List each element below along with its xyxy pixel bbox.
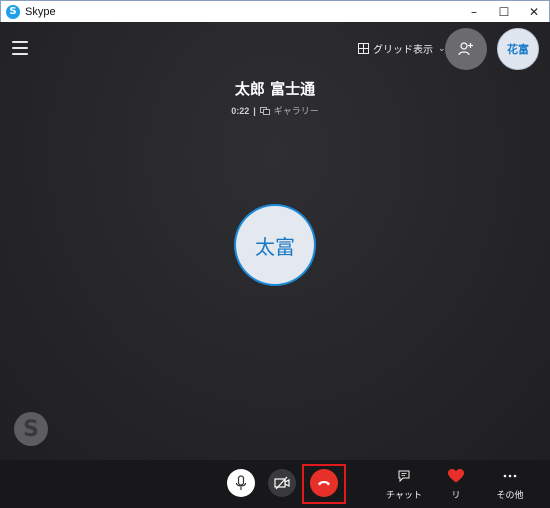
grid-icon [358,43,369,54]
view-mode-label: ギャラリー [273,106,319,116]
menu-icon[interactable] [12,41,28,55]
gallery-icon [259,106,270,115]
call-stage: グリッド表示 ⌄ 花富 太郎 富士通 0:22 | ギャラリー 太富 S [0,22,550,460]
call-timer: 0:22 [231,105,250,116]
grid-view-toggle[interactable]: グリッド表示 ⌄ [358,41,446,56]
chat-label: チャット [386,490,422,500]
window-title: Skype [25,5,56,18]
callee-avatar: 太富 [234,204,316,286]
heart-icon [448,469,464,483]
more-button[interactable]: その他 [494,468,526,501]
skype-logo-icon: S [6,4,20,19]
react-button[interactable]: リ [444,468,468,501]
self-avatar[interactable]: 花富 [497,28,539,70]
more-icon [503,474,517,478]
microphone-icon [235,475,247,490]
minimize-button[interactable]: – [459,1,489,23]
chat-button[interactable]: チャット [386,468,422,501]
callee-name: 太郎 富士通 [234,80,316,98]
react-label: リ [451,490,461,500]
call-status: 0:22 | ギャラリー [0,104,550,117]
chat-icon [398,470,410,482]
skype-watermark-icon: S [14,412,48,446]
grid-view-label: グリッド表示 [373,45,433,56]
hangup-button[interactable] [310,469,338,497]
window-controls: – ☐ ✕ [459,1,549,23]
title-bar: S Skype – ☐ ✕ [0,0,550,22]
video-button[interactable] [268,469,296,497]
status-separator: | [253,105,256,116]
more-label: その他 [496,490,524,500]
call-controls-bar: チャット リ その他 [0,460,550,508]
end-call-icon [318,481,330,486]
maximize-button[interactable]: ☐ [489,1,519,23]
close-button[interactable]: ✕ [519,1,549,23]
add-person-icon [458,42,473,56]
add-participant-button[interactable] [445,28,487,70]
video-off-icon [274,476,290,490]
microphone-button[interactable] [227,469,255,497]
